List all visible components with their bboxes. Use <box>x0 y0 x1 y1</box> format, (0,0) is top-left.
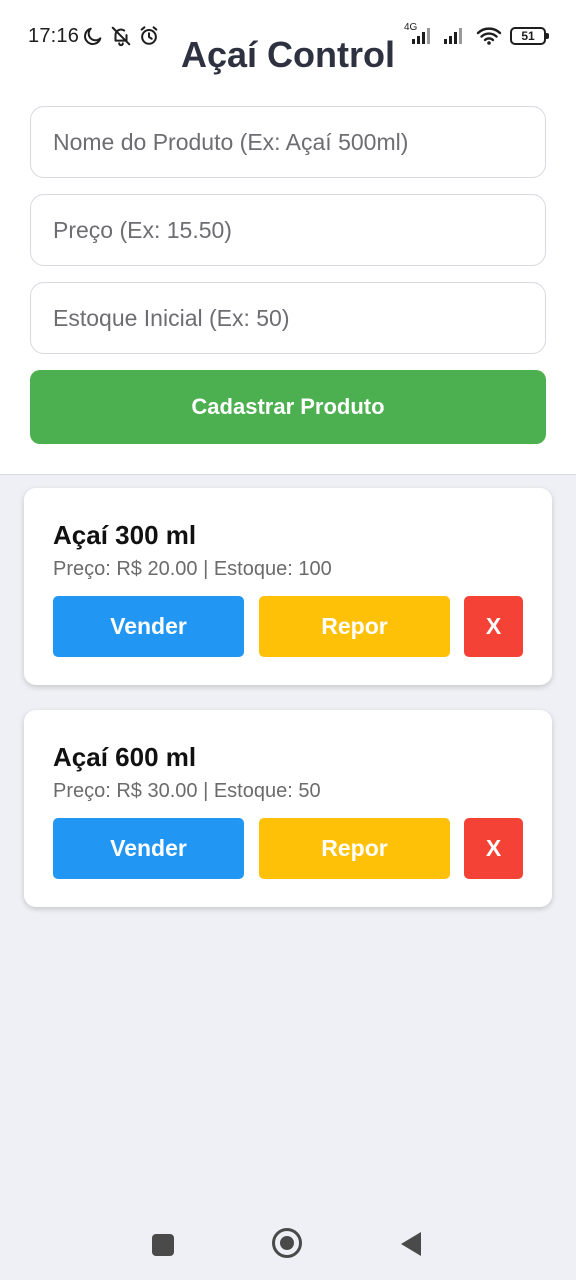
network-type: 4G <box>404 22 418 33</box>
delete-button[interactable]: X <box>464 818 523 879</box>
sell-button[interactable]: Vender <box>53 596 244 657</box>
delete-button[interactable]: X <box>464 596 523 657</box>
product-info: Preço: R$ 30.00 | Estoque: 50 <box>53 780 321 802</box>
system-navigation-bar <box>0 1210 576 1280</box>
restock-button[interactable]: Repor <box>259 818 450 879</box>
product-name-input[interactable] <box>30 106 546 178</box>
product-card: Açaí 300 ml Preço: R$ 20.00 | Estoque: 1… <box>24 488 552 685</box>
form-section: 17:16 4G 51 Açaí Control Nome do Produto… <box>0 0 576 475</box>
back-triangle-icon[interactable] <box>401 1232 421 1256</box>
restock-button[interactable]: Repor <box>259 596 450 657</box>
initial-stock-input[interactable] <box>30 282 546 354</box>
product-info: Preço: R$ 20.00 | Estoque: 100 <box>53 558 332 580</box>
product-name: Açaí 300 ml <box>53 520 197 550</box>
page-title: Açaí Control <box>180 34 395 75</box>
sell-button[interactable]: Vender <box>53 818 244 879</box>
register-product-button[interactable]: Cadastrar Produto <box>30 370 546 444</box>
product-name: Açaí 600 ml <box>53 742 197 772</box>
price-input[interactable] <box>30 194 546 266</box>
product-card: Açaí 600 ml Preço: R$ 30.00 | Estoque: 5… <box>24 710 552 907</box>
home-circle-icon[interactable] <box>272 1228 302 1258</box>
recents-square-icon[interactable] <box>152 1234 174 1256</box>
